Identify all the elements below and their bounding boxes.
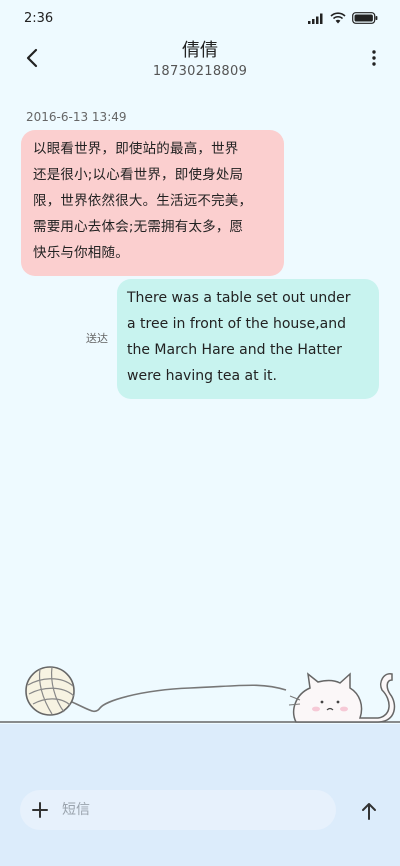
contact-name: 倩倩 xyxy=(182,40,218,61)
message-line: 还是很小;以心看世界，即使身处局 xyxy=(33,167,244,183)
plus-icon xyxy=(32,802,48,818)
message-line: 限，世界依然很大。生活远不完美， xyxy=(33,193,253,209)
message-line: 快乐与你相随。 xyxy=(33,245,129,261)
contact-info: 倩倩 18730218809 xyxy=(0,40,400,79)
battery-icon xyxy=(352,12,378,24)
contact-number: 18730218809 xyxy=(152,64,248,79)
yarn-cat-illustration xyxy=(0,666,400,723)
message-line: There was a table set out under xyxy=(127,290,351,306)
conversation-header: 倩倩 18730218809 xyxy=(0,36,400,96)
more-options-button[interactable] xyxy=(366,44,382,72)
compose-box xyxy=(20,790,336,830)
status-icons xyxy=(308,12,378,24)
delivery-status: 送达 xyxy=(86,332,108,345)
add-attachment-button[interactable] xyxy=(28,798,52,822)
compose-area xyxy=(0,724,400,866)
status-time: 2:36 xyxy=(24,10,54,26)
message-timestamp: 2016-6-13 13:49 xyxy=(26,110,127,124)
more-vertical-icon xyxy=(372,50,376,66)
message-line: were having tea at it. xyxy=(127,368,277,384)
received-message-bubble[interactable]: 以眼看世界，即使站的最高，世界 还是很小;以心看世界，即使身处局 限，世界依然很… xyxy=(21,130,284,276)
signal-icon xyxy=(308,13,323,24)
cat-icon xyxy=(288,672,396,723)
message-line: a tree in front of the house,and xyxy=(127,316,346,332)
message-input[interactable] xyxy=(62,790,326,830)
status-bar: 2:36 xyxy=(0,0,400,36)
message-line: the March Hare and the Hatter xyxy=(127,342,342,358)
wifi-icon xyxy=(330,12,346,24)
yarn-ball-icon xyxy=(25,666,75,716)
message-line: 需要用心去体会;无需拥有太多，愿 xyxy=(33,219,244,235)
send-button[interactable] xyxy=(356,798,382,824)
sent-message-bubble[interactable]: There was a table set out under a tree i… xyxy=(117,279,379,399)
arrow-up-icon xyxy=(362,803,376,820)
message-line: 以眼看世界，即使站的最高，世界 xyxy=(33,141,239,157)
